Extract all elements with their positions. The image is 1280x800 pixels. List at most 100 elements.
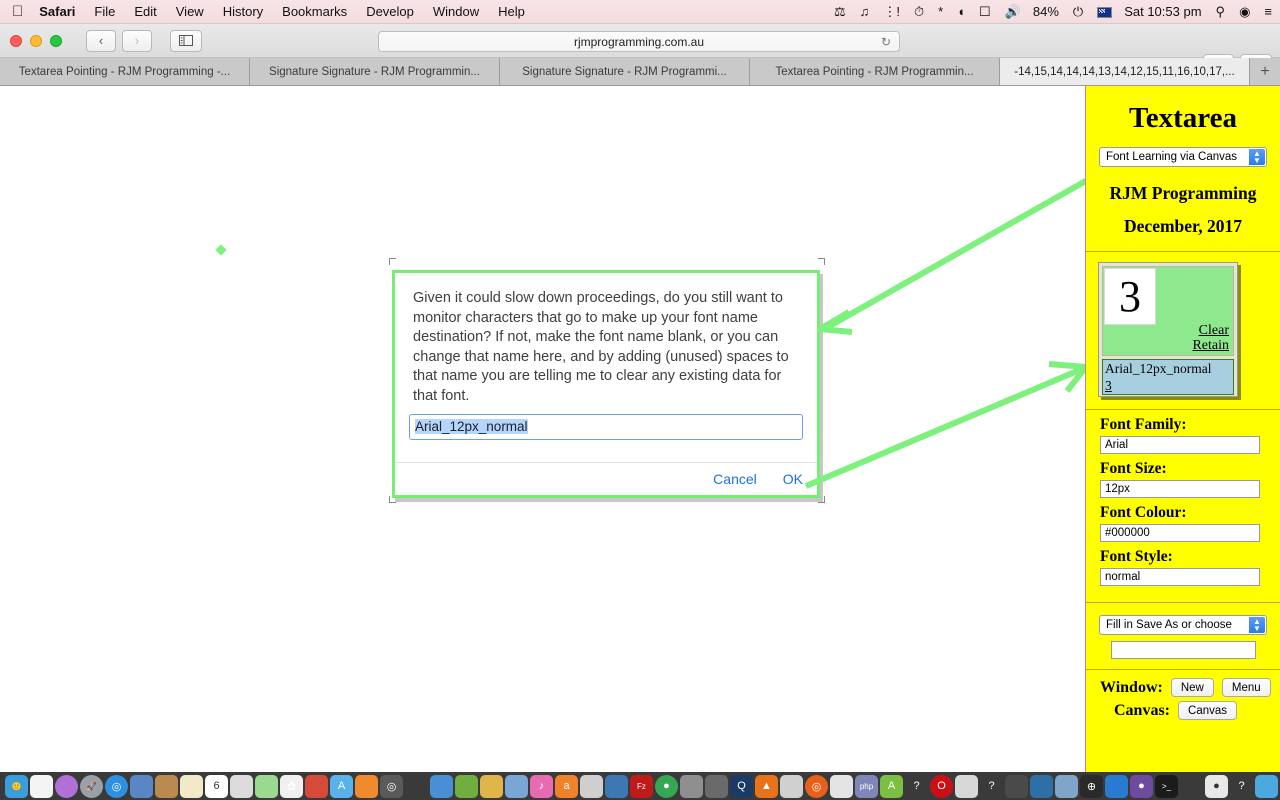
ok-button[interactable]: OK [783, 471, 803, 487]
siri-icon[interactable] [55, 774, 78, 798]
forward-button[interactable]: › [122, 29, 152, 52]
image-app-icon[interactable] [1055, 774, 1078, 798]
avast-icon[interactable]: a [555, 774, 578, 798]
font-style-input[interactable]: normal [1100, 568, 1260, 586]
close-window-button[interactable] [10, 34, 22, 47]
keyboard-input-icon[interactable]: ⋮! [883, 5, 900, 18]
globe-grid-icon[interactable]: ⊕ [1080, 774, 1103, 798]
new-tab-button[interactable]: + [1250, 58, 1280, 85]
dialog-text-input[interactable]: Arial_12px_normal [409, 414, 803, 440]
battery-icon[interactable]: ⏻ [1073, 5, 1083, 18]
vlc-icon[interactable]: ▲ [755, 774, 778, 798]
notification-center-icon[interactable]: ≡ [1264, 5, 1272, 18]
drawing-canvas[interactable]: 3 Clear Retain [1102, 266, 1234, 356]
wifi-icon[interactable]: ◖ [957, 5, 965, 18]
github-icon[interactable]: ● [1130, 774, 1153, 798]
menu-item-safari[interactable]: Safari [39, 4, 75, 19]
browser-tab-5-active[interactable]: -14,15,14,14,14,13,14,12,15,11,16,10,17,… [1000, 58, 1250, 85]
bluetooth-icon[interactable]: * [938, 5, 943, 18]
volume-icon[interactable]: 🔊 [1005, 5, 1021, 18]
browser-tab-2[interactable]: Signature Signature - RJM Programmin... [250, 58, 500, 85]
photos-icon[interactable]: ✿ [280, 774, 303, 798]
unknown-app-icon[interactable] [705, 774, 728, 798]
menu-item-help[interactable]: Help [498, 4, 525, 19]
contacts-icon[interactable] [155, 774, 178, 798]
tools-icon[interactable] [430, 774, 453, 798]
chevron-updown-icon[interactable]: ▲ ▼ [1249, 617, 1265, 633]
sketchup-icon[interactable] [780, 774, 803, 798]
php-icon[interactable]: php [855, 774, 878, 798]
launchpad-icon[interactable]: 🚀 [80, 774, 103, 798]
grayscale-app-icon[interactable] [680, 774, 703, 798]
unknown-question-icon[interactable]: ? [905, 774, 928, 798]
droplet-icon[interactable]: ● [1205, 774, 1228, 798]
preview-icon[interactable] [130, 774, 153, 798]
textedit-document-icon[interactable] [30, 774, 53, 798]
chevron-updown-icon[interactable]: ▲ ▼ [1249, 149, 1265, 165]
window-new-button[interactable]: New [1170, 678, 1214, 697]
spotlight-icon[interactable]: ⚲ [1216, 5, 1226, 18]
xcode-icon[interactable] [580, 774, 603, 798]
menu-item-file[interactable]: File [94, 4, 115, 19]
browser-tab-3[interactable]: Signature Signature - RJM Programmi... [500, 58, 750, 85]
utorrent-icon[interactable] [455, 774, 478, 798]
sublime-icon[interactable] [1105, 774, 1128, 798]
opera-icon[interactable]: O [930, 774, 953, 798]
font-colour-input[interactable]: #000000 [1100, 524, 1260, 542]
comic-app-icon[interactable] [305, 774, 328, 798]
remote-desktop-icon[interactable] [605, 774, 628, 798]
font-family-input[interactable]: Arial [1100, 436, 1260, 454]
menu-item-view[interactable]: View [176, 4, 204, 19]
android-studio-icon[interactable]: A [880, 774, 903, 798]
screen-mirroring-icon[interactable]: ☐ [979, 5, 991, 18]
back-button[interactable]: ‹ [86, 29, 116, 52]
apple-icon[interactable]:  [12, 4, 23, 19]
cancel-button[interactable]: Cancel [713, 471, 757, 487]
font-size-input[interactable]: 12px [1100, 480, 1260, 498]
itunes-icon[interactable]: ♪ [530, 774, 553, 798]
notes-icon[interactable] [180, 774, 203, 798]
dictionary-icon[interactable] [230, 774, 253, 798]
vscode-icon[interactable] [1030, 774, 1053, 798]
airplay-audio-icon[interactable]: ♫ [860, 5, 870, 18]
cube-app-icon[interactable] [955, 774, 978, 798]
text-editor-icon[interactable] [830, 774, 853, 798]
unknown-question3-icon[interactable]: ? [1230, 774, 1253, 798]
minimize-window-button[interactable] [30, 34, 42, 47]
filezilla-icon[interactable]: Fz [630, 774, 653, 798]
itunes-store-icon[interactable]: ◎ [380, 774, 403, 798]
browser-tab-1[interactable]: Textarea Pointing - RJM Programming -... [0, 58, 250, 85]
finder-icon[interactable]: 🙂 [5, 774, 28, 798]
appstore-icon[interactable]: A [330, 774, 353, 798]
canvas-font-value[interactable]: 3 [1105, 377, 1231, 394]
menu-item-develop[interactable]: Develop [366, 4, 414, 19]
menu-item-edit[interactable]: Edit [134, 4, 156, 19]
mode-select[interactable]: Font Learning via Canvas ▲ ▼ [1099, 147, 1267, 167]
menu-item-history[interactable]: History [223, 4, 263, 19]
time-machine-icon[interactable]: ⏱ [914, 5, 924, 18]
save-as-input[interactable] [1110, 641, 1256, 659]
clear-link[interactable]: Clear [1199, 323, 1229, 339]
menu-item-bookmarks[interactable]: Bookmarks [282, 4, 347, 19]
zoom-window-button[interactable] [50, 34, 62, 47]
siri-icon[interactable]: ◉ [1239, 5, 1250, 18]
dropbox-icon[interactable]: ⚖ [834, 5, 846, 18]
terminal-icon[interactable]: >_ [1155, 774, 1178, 798]
save-as-select[interactable]: Fill in Save As or choose ▲ ▼ [1099, 615, 1267, 635]
ibooks-icon[interactable] [355, 774, 378, 798]
quicktime-icon[interactable]: Q [730, 774, 753, 798]
flag-icon[interactable] [1097, 7, 1113, 18]
paint-icon[interactable] [480, 774, 503, 798]
clock-label[interactable]: Sat 10:53 pm [1124, 4, 1201, 19]
retain-link[interactable]: Retain [1192, 338, 1229, 354]
molecule-icon[interactable] [1180, 774, 1203, 798]
imovie-icon[interactable] [505, 774, 528, 798]
maps-icon[interactable] [255, 774, 278, 798]
downloads-folder-icon[interactable] [1255, 774, 1278, 798]
unknown-question2-icon[interactable]: ? [980, 774, 1003, 798]
canvas-button[interactable]: Canvas [1178, 701, 1238, 720]
calendar-icon[interactable]: 6 [205, 774, 228, 798]
chrome-icon[interactable]: ● [655, 774, 678, 798]
browser-tab-4[interactable]: Textarea Pointing - RJM Programmin... [750, 58, 1000, 85]
reload-icon[interactable]: ↻ [881, 35, 891, 49]
